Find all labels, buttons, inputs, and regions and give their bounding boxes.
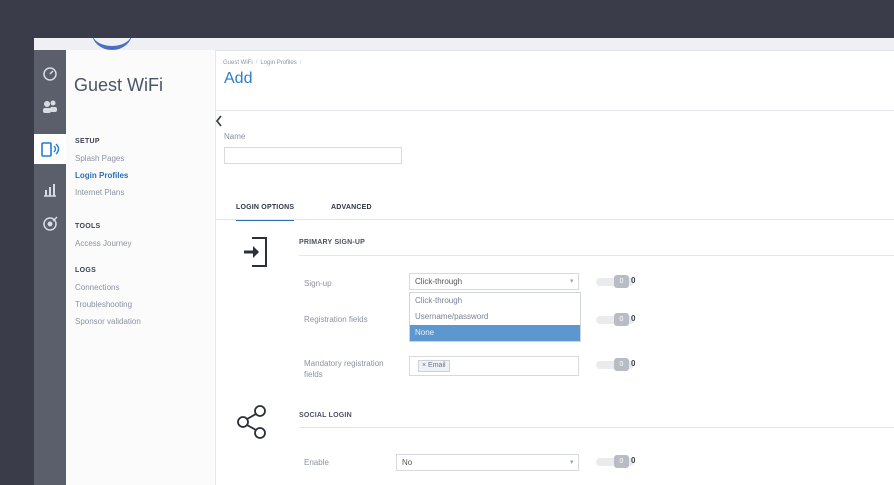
info-icon: 0 bbox=[631, 456, 636, 465]
app-title: Guest WiFi bbox=[74, 75, 164, 95]
sidebar-item-internet-plans[interactable]: Internet Plans bbox=[75, 188, 124, 197]
email-tag[interactable]: × Email bbox=[418, 360, 450, 372]
signup-dropdown-menu: Click-through Username/password None bbox=[409, 292, 581, 342]
signup-select[interactable]: Click-through bbox=[409, 273, 579, 290]
mandatory-fields-label: Mandatory registration fields bbox=[304, 359, 384, 379]
registration-fields-label: Registration fields bbox=[304, 315, 368, 324]
social-login-title: SOCIAL LOGIN bbox=[299, 412, 352, 419]
sidebar-item-login-profiles[interactable]: Login Profiles bbox=[75, 171, 128, 180]
main-content: Guest WiFi / Login Profiles / Add Name LOGI… bbox=[216, 50, 894, 485]
section-divider bbox=[299, 255, 894, 256]
sidebar-heading-setup: SETUP bbox=[75, 138, 100, 145]
dropdown-option-click-through[interactable]: Click-through bbox=[410, 293, 580, 309]
dropdown-option-none[interactable]: None bbox=[410, 325, 580, 341]
info-icon: 0 bbox=[631, 359, 636, 368]
app-window: Guest WiFi SETUP Splash Pages Login Prof… bbox=[34, 38, 894, 485]
enable-label: Enable bbox=[304, 458, 329, 467]
reports-icon[interactable] bbox=[40, 180, 60, 200]
guest-wifi-icon[interactable] bbox=[34, 134, 66, 164]
enable-select[interactable]: No bbox=[396, 454, 579, 471]
name-field[interactable] bbox=[224, 147, 402, 164]
info-icon: 0 bbox=[631, 314, 636, 323]
name-label: Name bbox=[224, 132, 246, 141]
tab-advanced[interactable]: ADVANCED bbox=[331, 204, 372, 211]
chevron-down-icon: ▾ bbox=[570, 278, 574, 285]
sidebar-heading-logs: LOGS bbox=[75, 267, 97, 274]
signup-toggle[interactable]: 0 bbox=[596, 275, 634, 288]
users-icon[interactable] bbox=[40, 96, 60, 116]
chevron-down-icon: ▾ bbox=[570, 459, 574, 466]
sidebar-heading-tools: TOOLS bbox=[75, 223, 101, 230]
sidebar: Guest WiFi SETUP Splash Pages Login Prof… bbox=[66, 50, 216, 485]
mandatory-fields-toggle[interactable]: 0 bbox=[596, 358, 634, 371]
target-icon[interactable] bbox=[40, 214, 60, 234]
breadcrumb-item[interactable]: Login Profiles bbox=[260, 60, 296, 66]
enable-toggle[interactable]: 0 bbox=[596, 455, 634, 468]
registration-fields-toggle[interactable]: 0 bbox=[596, 313, 634, 326]
icon-rail bbox=[34, 50, 66, 485]
share-icon bbox=[236, 404, 268, 440]
sign-in-icon bbox=[240, 234, 270, 270]
divider bbox=[216, 110, 894, 111]
signup-label: Sign-up bbox=[304, 279, 332, 288]
sidebar-item-connections[interactable]: Connections bbox=[75, 283, 119, 292]
tab-divider bbox=[216, 219, 894, 220]
sidebar-item-sponsor-validation[interactable]: Sponsor validation bbox=[75, 317, 141, 326]
breadcrumb-item[interactable]: Guest WiFi bbox=[223, 60, 253, 66]
section-divider bbox=[299, 427, 894, 428]
sidebar-item-access-journey[interactable]: Access Journey bbox=[75, 239, 131, 248]
dropdown-option-username-password[interactable]: Username/password bbox=[410, 309, 580, 325]
primary-signup-title: PRIMARY SIGN-UP bbox=[299, 239, 366, 246]
dashboard-icon[interactable] bbox=[40, 64, 60, 84]
info-icon: 0 bbox=[631, 276, 636, 285]
mandatory-fields-input[interactable]: × Email bbox=[409, 356, 579, 376]
page-title: Add bbox=[224, 70, 253, 87]
sidebar-item-splash-pages[interactable]: Splash Pages bbox=[75, 154, 124, 163]
breadcrumb: Guest WiFi / Login Profiles / bbox=[223, 60, 302, 66]
sidebar-item-troubleshooting[interactable]: Troubleshooting bbox=[75, 300, 132, 309]
